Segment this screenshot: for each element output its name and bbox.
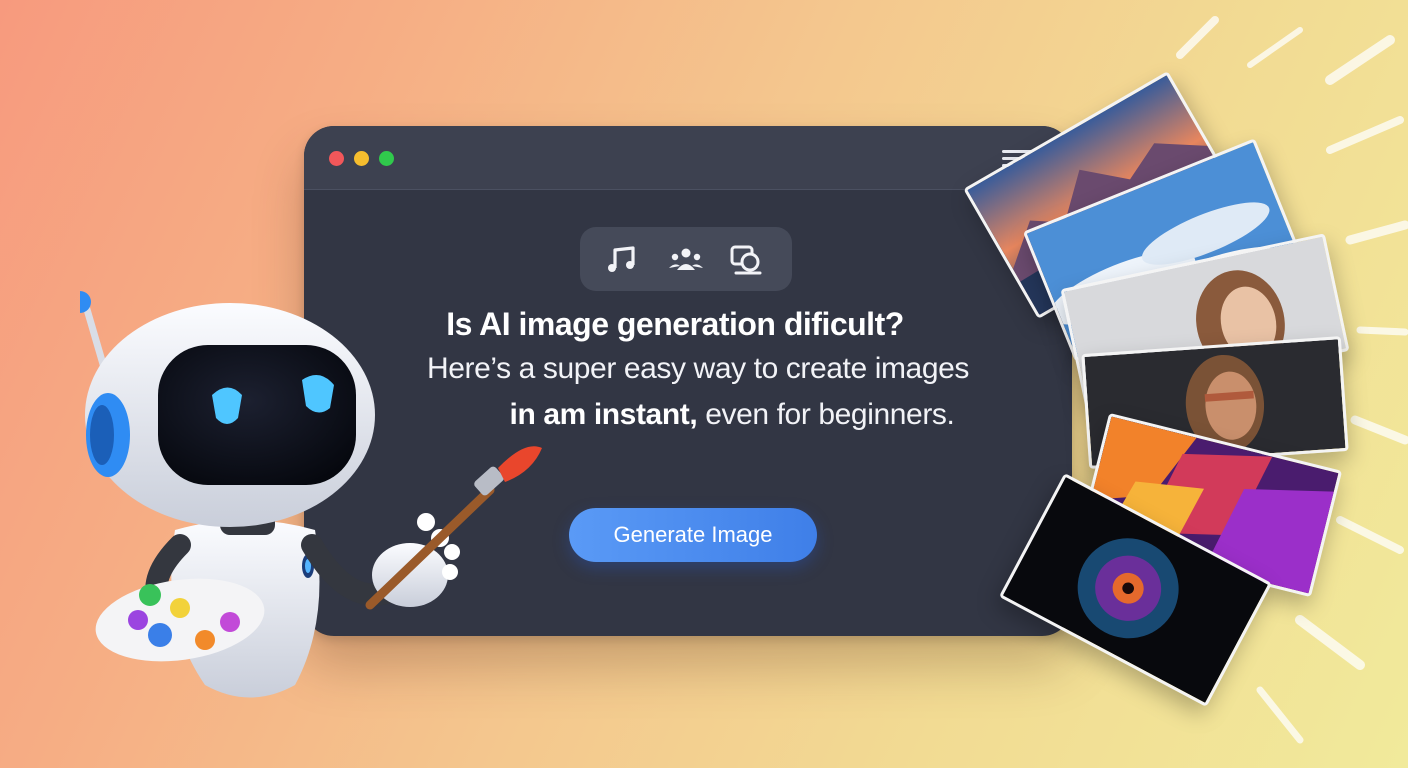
hero-banner: Is AI image generation dificult? Here’s … <box>0 0 1408 768</box>
robot-painter-mascot <box>80 291 542 698</box>
